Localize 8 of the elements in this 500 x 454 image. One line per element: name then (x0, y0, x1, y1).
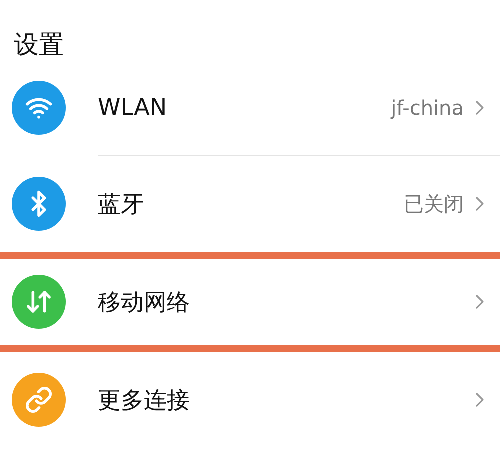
setting-label[interactable]: WLAN (98, 94, 392, 120)
highlighted-row[interactable]: 移动网络 (0, 252, 500, 352)
setting-label[interactable]: 更多连接 (98, 384, 468, 416)
page-title: 设置 (13, 29, 65, 60)
setting-label[interactable]: 移动网络 (98, 286, 468, 318)
setting-value: 已关闭 (404, 190, 464, 218)
setting-label[interactable]: 蓝牙 (98, 188, 404, 220)
setting-value: jf-china (391, 96, 464, 120)
